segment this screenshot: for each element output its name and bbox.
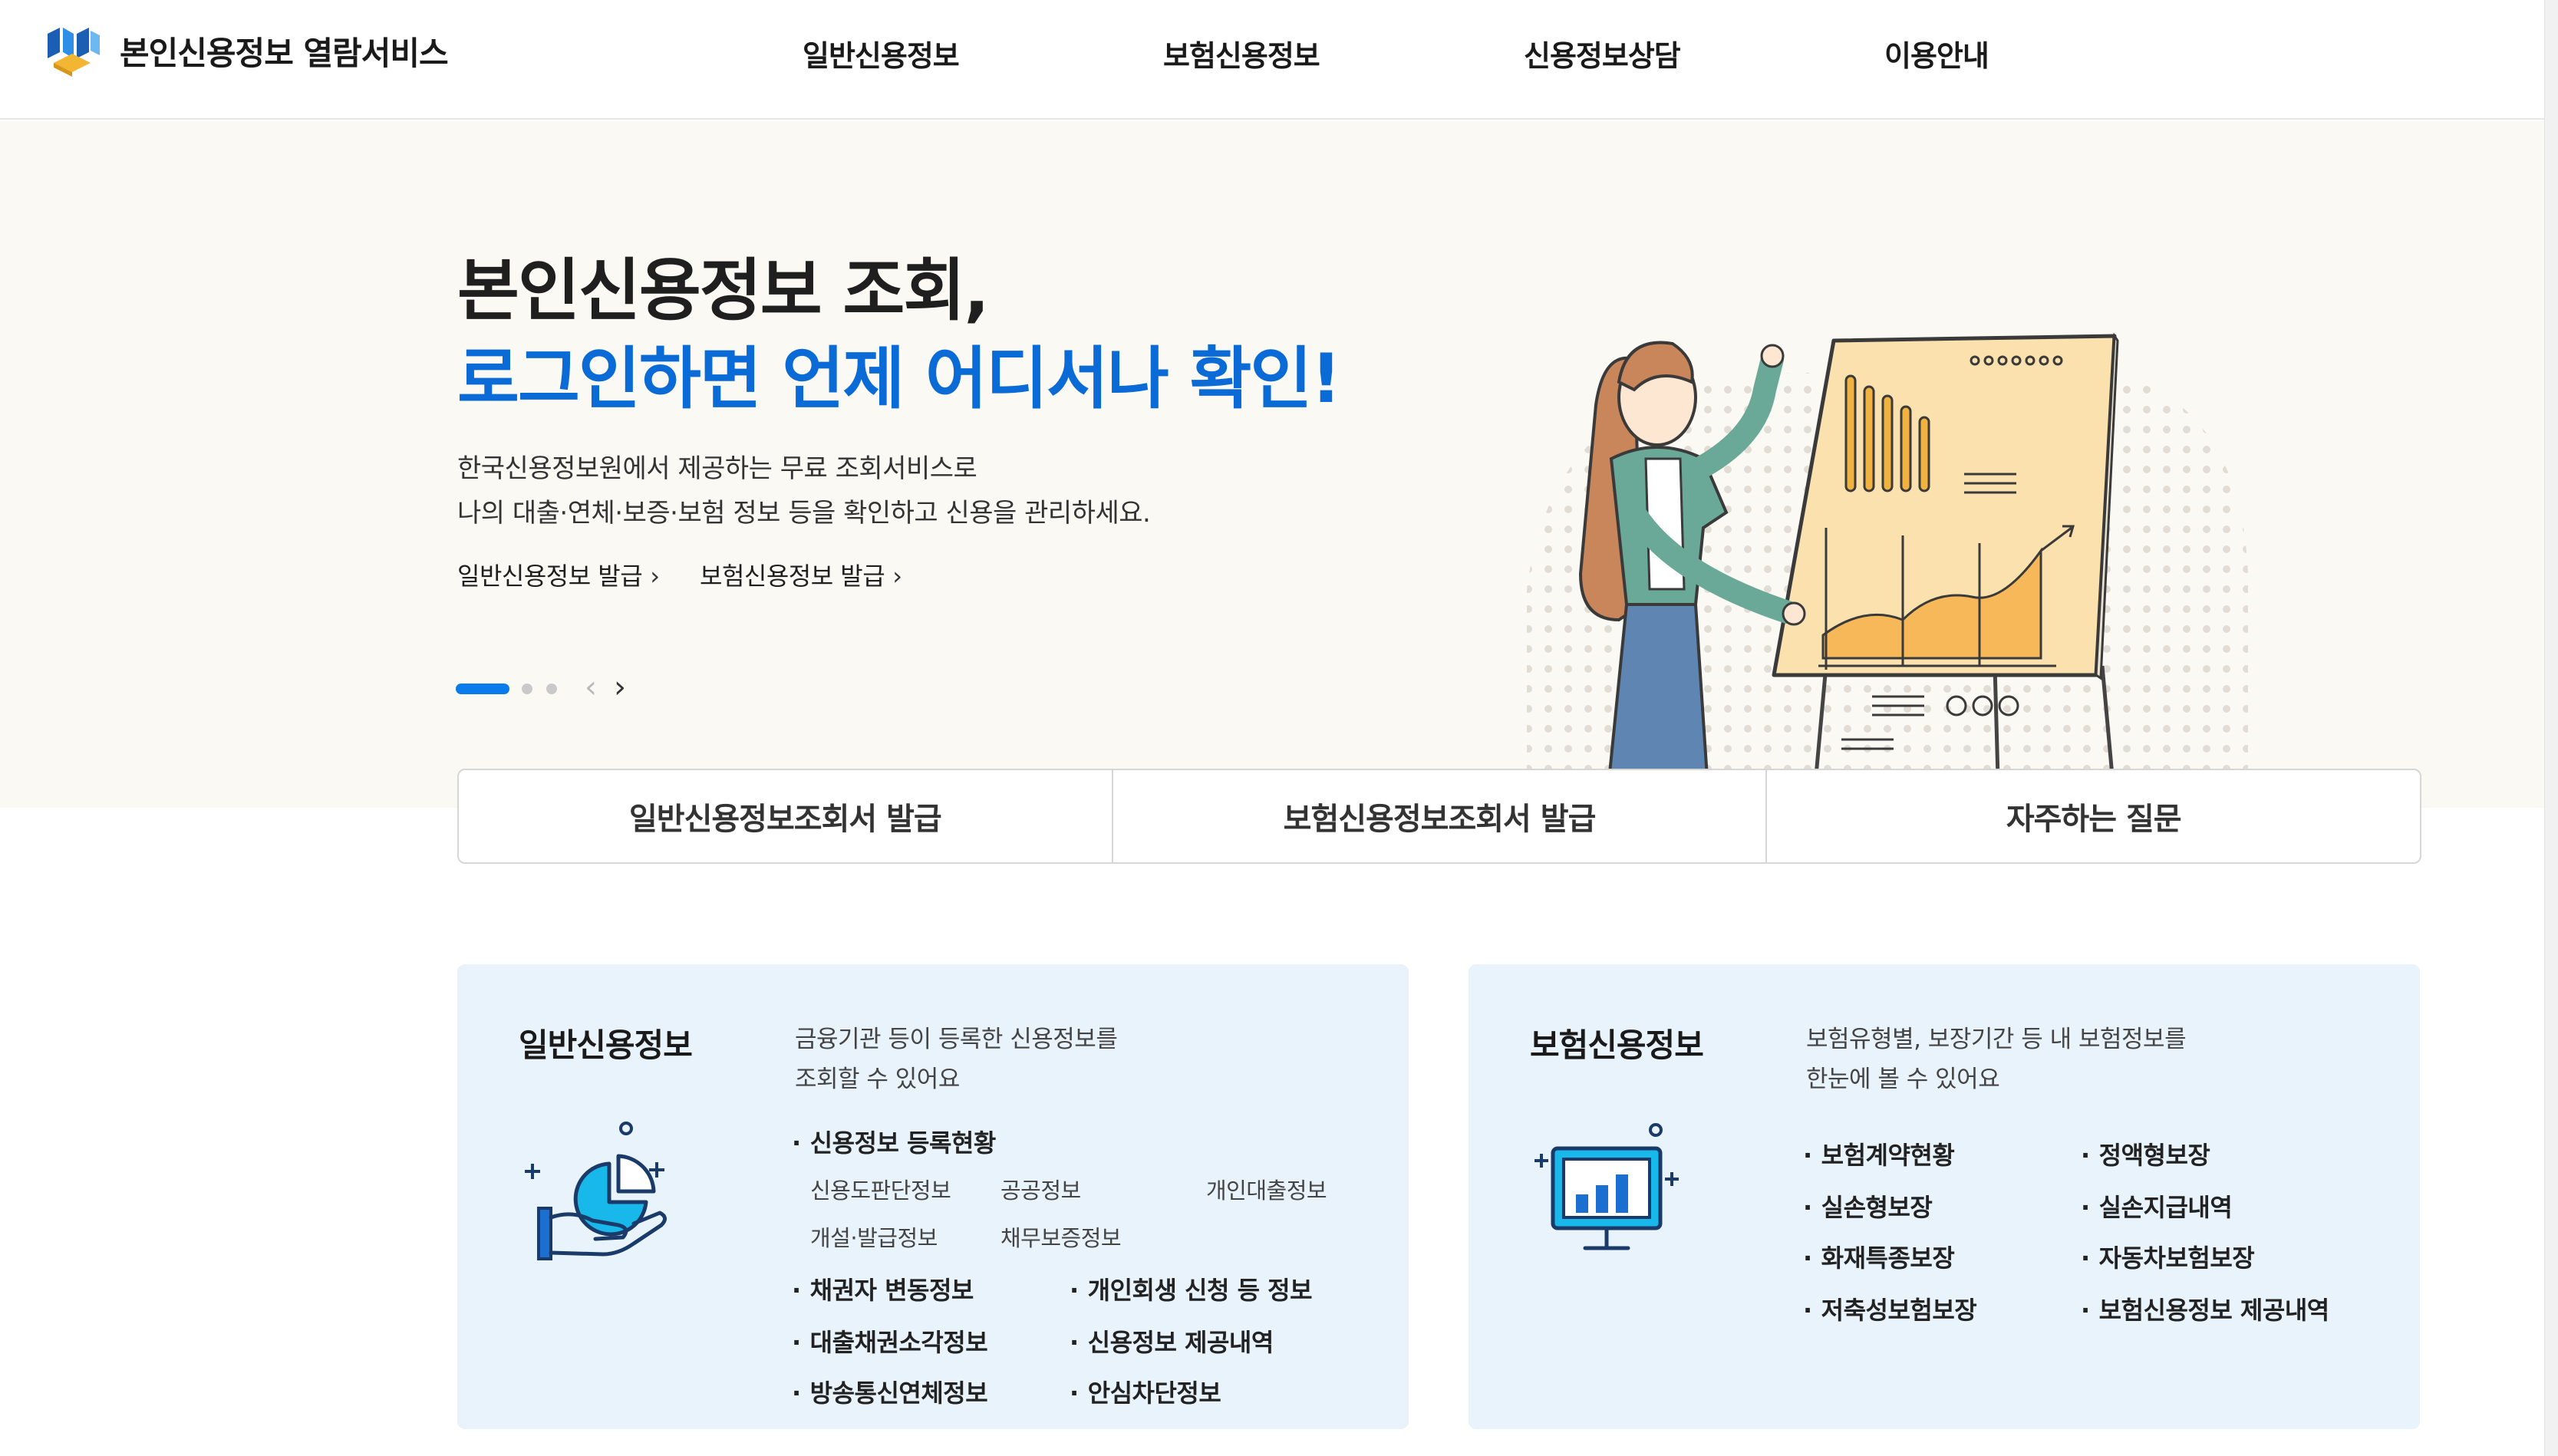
slide-prev-button[interactable]: ‹ <box>585 670 597 704</box>
chevron-right-icon: › <box>650 562 660 591</box>
nav-insurance-credit[interactable]: 보험신용정보 <box>1163 32 1320 74</box>
nav-usage-guide[interactable]: 이용안내 <box>1884 32 1989 74</box>
insurance-item-fixed-coverage[interactable]: 정액형보장 <box>2081 1136 2210 1171</box>
site-logo[interactable]: 본인신용정보 열람서비스 <box>40 23 449 78</box>
insurance-credit-desc: 보험유형별, 보장기간 등 내 보험정보를 한눈에 볼 수 있어요 <box>1806 1020 2187 1099</box>
presenter-illustration <box>1527 332 2248 836</box>
monitor-bar-chart-icon <box>1534 1123 1679 1250</box>
page-scrollbar[interactable] <box>2544 0 2558 1456</box>
sub-item-open-issue[interactable]: 개설·발급정보 <box>810 1220 938 1253</box>
general-item-creditor-change[interactable]: 채권자 변동정보 <box>792 1271 974 1306</box>
general-credit-registration-status[interactable]: 신용정보 등록현황 <box>792 1124 997 1159</box>
general-credit-card: 일반신용정보 금융기관 등이 등록한 신용정보를 조회할 수 있어요 신용정보 … <box>457 964 1409 1429</box>
general-credit-title: 일반신용정보 <box>519 1026 693 1064</box>
faq-button[interactable]: 자주하는 질문 <box>1765 770 2420 862</box>
insurance-credit-issue-label: 보험신용정보 발급 <box>700 562 885 591</box>
slide-next-button[interactable]: › <box>614 670 626 704</box>
sub-item-credit-judgment[interactable]: 신용도판단정보 <box>810 1173 951 1205</box>
insurance-credit-report-button[interactable]: 보험신용정보조회서 발급 <box>1111 770 1766 862</box>
insurance-credit-title: 보험신용정보 <box>1530 1026 1704 1064</box>
slide-indicator-1[interactable] <box>456 684 509 694</box>
insurance-credit-desc-line2: 한눈에 볼 수 있어요 <box>1806 1066 2000 1093</box>
hero-title-line1: 본인신용정보 조회, <box>457 251 990 330</box>
general-credit-issue-link[interactable]: 일반신용정보 발급 › <box>457 557 660 592</box>
insurance-credit-issue-link[interactable]: 보험신용정보 발급 › <box>700 557 902 592</box>
kcis-logo-icon <box>48 28 100 77</box>
insurance-credit-desc-line1: 보험유형별, 보장기간 등 내 보험정보를 <box>1806 1026 2187 1053</box>
slide-indicator-2[interactable] <box>522 684 532 694</box>
nav-credit-counsel[interactable]: 신용정보상담 <box>1524 32 1681 74</box>
hero-banner: 본인신용정보 조회, 로그인하면 언제 어디서나 확인! 한국신용정보원에서 제… <box>0 121 2544 836</box>
insurance-item-fire-special[interactable]: 화재특종보장 <box>1803 1239 1955 1274</box>
hero-desc-line2: 나의 대출·연체·보증·보험 정보 등을 확인하고 신용을 관리하세요. <box>457 498 1151 529</box>
general-item-telecom-overdue[interactable]: 방송통신연체정보 <box>792 1374 988 1409</box>
general-credit-desc-line1: 금융기관 등이 등록한 신용정보를 <box>795 1026 1118 1053</box>
general-credit-report-button[interactable]: 일반신용정보조회서 발급 <box>459 770 1112 862</box>
hero-desc-line1: 한국신용정보원에서 제공하는 무료 조회서비스로 <box>457 453 977 484</box>
general-credit-desc: 금융기관 등이 등록한 신용정보를 조회할 수 있어요 <box>795 1020 1118 1099</box>
general-item-safe-block[interactable]: 안심차단정보 <box>1070 1374 1221 1409</box>
insurance-item-contract-status[interactable]: 보험계약현황 <box>1803 1136 1955 1171</box>
general-credit-desc-line2: 조회할 수 있어요 <box>795 1066 960 1093</box>
insurance-item-provision-history[interactable]: 보험신용정보 제공내역 <box>2081 1291 2330 1326</box>
general-item-rehabilitation[interactable]: 개인회생 신청 등 정보 <box>1070 1271 1313 1306</box>
slide-indicator-3[interactable] <box>546 684 557 694</box>
insurance-item-indemnity-coverage[interactable]: 실손형보장 <box>1803 1188 1933 1224</box>
site-header: 본인신용정보 열람서비스 일반신용정보 보험신용정보 신용정보상담 이용안내 <box>0 0 2558 120</box>
sub-item-personal-loan[interactable]: 개인대출정보 <box>1206 1173 1327 1205</box>
general-item-provision-history[interactable]: 신용정보 제공내역 <box>1070 1323 1274 1359</box>
insurance-item-auto-coverage[interactable]: 자동차보험보장 <box>2081 1239 2255 1274</box>
hero-description: 한국신용정보원에서 제공하는 무료 조회서비스로 나의 대출·연체·보증·보험 … <box>457 446 1151 535</box>
quick-menu: 일반신용정보조회서 발급 보험신용정보조회서 발급 자주하는 질문 <box>457 769 2421 864</box>
sub-item-debt-guarantee[interactable]: 채무보증정보 <box>1000 1220 1122 1253</box>
general-item-loan-writeoff[interactable]: 대출채권소각정보 <box>792 1323 988 1359</box>
general-credit-issue-label: 일반신용정보 발급 <box>457 562 643 591</box>
nav-general-credit[interactable]: 일반신용정보 <box>803 32 960 74</box>
insurance-item-indemnity-payments[interactable]: 실손지급내역 <box>2081 1188 2233 1224</box>
chevron-right-icon: › <box>892 562 902 591</box>
logo-text: 본인신용정보 열람서비스 <box>120 34 449 72</box>
insurance-item-savings-coverage[interactable]: 저축성보험보장 <box>1803 1291 1977 1326</box>
sub-item-public-info[interactable]: 공공정보 <box>1000 1173 1081 1205</box>
hero-title-line2: 로그인하면 언제 어디서나 확인! <box>457 339 1342 418</box>
insurance-credit-card: 보험신용정보 보험유형별, 보장기간 등 내 보험정보를 한눈에 볼 수 있어요… <box>1469 964 2420 1429</box>
hand-pie-chart-icon <box>525 1122 667 1260</box>
